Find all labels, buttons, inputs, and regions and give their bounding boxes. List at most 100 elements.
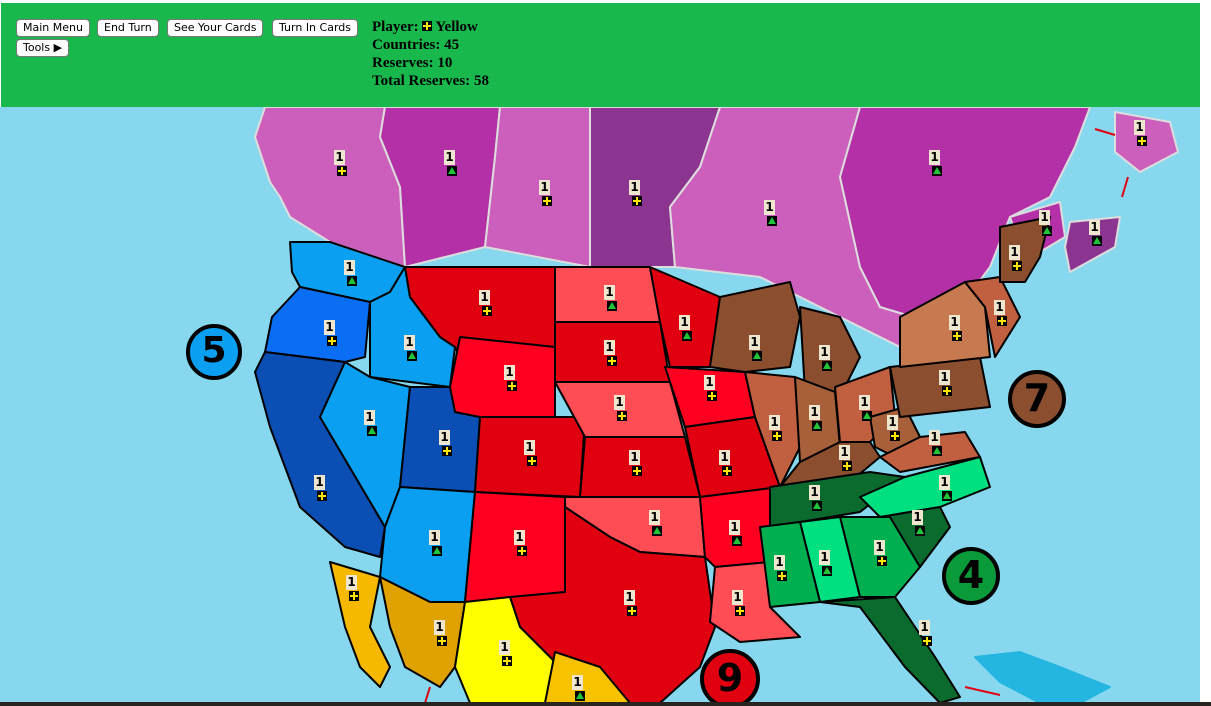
army-marker[interactable]: 1 xyxy=(874,540,888,572)
map-bottom-edge xyxy=(0,702,1211,706)
army-marker[interactable]: 1 xyxy=(819,345,833,377)
army-count: 1 xyxy=(874,540,885,555)
player-info-panel: Player: Yellow Countries: 45 Reserves: 1… xyxy=(372,18,489,90)
army-marker[interactable]: 1 xyxy=(939,370,953,402)
army-marker[interactable]: 1 xyxy=(344,260,358,292)
army-marker[interactable]: 1 xyxy=(859,395,873,427)
yellow-owner-icon xyxy=(349,591,359,601)
army-marker[interactable]: 1 xyxy=(994,300,1008,332)
player-line: Player: Yellow xyxy=(372,18,489,36)
green-owner-icon xyxy=(447,166,457,176)
game-map[interactable]: 5 7 4 9 1 1 1 1 1 1 1 1 1 1 1 1 1 1 1 1 … xyxy=(0,107,1200,703)
army-count: 1 xyxy=(1009,245,1020,260)
army-marker[interactable]: 1 xyxy=(324,320,338,352)
army-count: 1 xyxy=(809,405,820,420)
army-marker[interactable]: 1 xyxy=(887,415,901,447)
army-marker[interactable]: 1 xyxy=(679,315,693,347)
army-count: 1 xyxy=(949,315,960,330)
army-marker[interactable]: 1 xyxy=(1089,220,1103,252)
territory-canada-alberta[interactable] xyxy=(484,107,591,268)
army-marker[interactable]: 1 xyxy=(429,530,443,562)
army-marker[interactable]: 1 xyxy=(604,340,618,372)
army-marker[interactable]: 1 xyxy=(499,640,513,672)
yellow-owner-icon xyxy=(952,331,962,341)
army-marker[interactable]: 1 xyxy=(614,395,628,427)
army-marker[interactable]: 1 xyxy=(704,375,718,407)
countries-line: Countries: 45 xyxy=(372,36,489,54)
army-marker[interactable]: 1 xyxy=(839,445,853,477)
green-owner-icon xyxy=(1042,226,1052,236)
green-owner-icon xyxy=(607,301,617,311)
yellow-owner-icon xyxy=(877,556,887,566)
army-marker[interactable]: 1 xyxy=(764,200,778,232)
army-marker[interactable]: 1 xyxy=(912,510,926,542)
yellow-owner-icon xyxy=(527,456,537,466)
army-marker[interactable]: 1 xyxy=(729,520,743,552)
total-reserves-label: Total Reserves: xyxy=(372,73,471,89)
army-count: 1 xyxy=(334,150,345,165)
army-marker[interactable]: 1 xyxy=(629,450,643,482)
army-marker[interactable]: 1 xyxy=(572,675,586,703)
green-owner-icon xyxy=(822,566,832,576)
green-owner-icon xyxy=(347,276,357,286)
army-marker[interactable]: 1 xyxy=(604,285,618,317)
army-marker[interactable]: 1 xyxy=(719,450,733,482)
army-marker[interactable]: 1 xyxy=(774,555,788,587)
army-marker[interactable]: 1 xyxy=(809,405,823,437)
army-marker[interactable]: 1 xyxy=(334,150,348,182)
army-marker[interactable]: 1 xyxy=(364,410,378,442)
army-marker[interactable]: 1 xyxy=(1009,245,1023,277)
army-marker[interactable]: 1 xyxy=(1134,120,1148,152)
army-marker[interactable]: 1 xyxy=(629,180,643,212)
player-name: Yellow xyxy=(435,19,478,35)
main-menu-button[interactable]: Main Menu xyxy=(16,19,90,37)
turn-in-cards-button[interactable]: Turn In Cards xyxy=(272,19,358,37)
army-marker[interactable]: 1 xyxy=(479,290,493,322)
army-marker[interactable]: 1 xyxy=(524,440,538,472)
end-turn-button[interactable]: End Turn xyxy=(97,19,159,37)
army-count: 1 xyxy=(629,450,640,465)
army-marker[interactable]: 1 xyxy=(929,430,943,462)
army-count: 1 xyxy=(1134,120,1145,135)
tools-menu-button[interactable]: Tools ▶ xyxy=(16,39,70,57)
see-your-cards-button[interactable]: See Your Cards xyxy=(167,19,264,37)
army-marker[interactable]: 1 xyxy=(809,485,823,517)
army-marker[interactable]: 1 xyxy=(434,620,448,652)
total-reserves-line: Total Reserves: 58 xyxy=(372,72,489,90)
army-marker[interactable]: 1 xyxy=(949,315,963,347)
army-count: 1 xyxy=(514,530,525,545)
army-marker[interactable]: 1 xyxy=(624,590,638,622)
army-marker[interactable]: 1 xyxy=(1039,210,1053,242)
army-marker[interactable]: 1 xyxy=(749,335,763,367)
army-marker[interactable]: 1 xyxy=(444,150,458,182)
army-count: 1 xyxy=(604,340,615,355)
army-count: 1 xyxy=(504,365,515,380)
army-count: 1 xyxy=(604,285,615,300)
army-marker[interactable]: 1 xyxy=(649,510,663,542)
army-count: 1 xyxy=(939,370,950,385)
green-owner-icon xyxy=(732,536,742,546)
yellow-owner-icon xyxy=(437,636,447,646)
army-marker[interactable]: 1 xyxy=(404,335,418,367)
yellow-owner-icon xyxy=(842,461,852,471)
army-marker[interactable]: 1 xyxy=(939,475,953,507)
army-marker[interactable]: 1 xyxy=(514,530,528,562)
army-marker[interactable]: 1 xyxy=(314,475,328,507)
green-owner-icon xyxy=(862,411,872,421)
army-marker[interactable]: 1 xyxy=(439,430,453,462)
yellow-owner-icon xyxy=(777,571,787,581)
army-marker[interactable]: 1 xyxy=(919,620,933,652)
yellow-owner-icon xyxy=(707,391,717,401)
army-count: 1 xyxy=(839,445,850,460)
army-marker[interactable]: 1 xyxy=(819,550,833,582)
army-marker[interactable]: 1 xyxy=(504,365,518,397)
army-count: 1 xyxy=(344,260,355,275)
army-marker[interactable]: 1 xyxy=(539,180,553,212)
army-marker[interactable]: 1 xyxy=(769,415,783,447)
army-count: 1 xyxy=(704,375,715,390)
army-marker[interactable]: 1 xyxy=(929,150,943,182)
army-marker[interactable]: 1 xyxy=(346,575,360,607)
territory-wyoming[interactable] xyxy=(449,336,556,418)
army-marker[interactable]: 1 xyxy=(732,590,746,622)
green-owner-icon xyxy=(822,361,832,371)
